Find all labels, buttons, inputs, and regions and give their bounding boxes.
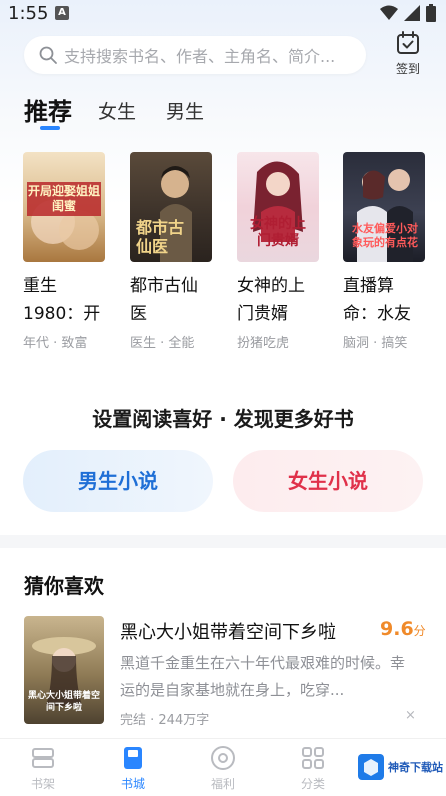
reading-preference-card: 设置阅读喜好 · 发现更多好书 男生小说 女生小说 xyxy=(0,375,446,535)
signin-button[interactable]: 签到 xyxy=(388,30,428,76)
book-card[interactable]: 水友偏爱小对象玩的有点花 直播算命：水友 脑洞 · 搞笑 xyxy=(343,152,427,351)
book-cover-text: 都市古仙医 xyxy=(136,218,185,256)
tab-recommend[interactable]: 推荐 xyxy=(24,92,72,127)
book-card[interactable]: 女神的上门贵婿 女神的上门贵婿 扮猪吃虎 xyxy=(237,152,321,351)
rating-unit: 分 xyxy=(413,624,426,638)
bookshelf-icon xyxy=(32,748,54,768)
book-cover-text: 女神的上门贵婿 xyxy=(250,216,306,249)
battery-icon xyxy=(426,4,436,22)
section-heading: 猜你喜欢 xyxy=(24,574,104,598)
book-cover-text: 黑心大小姐带着空间下乡啦 xyxy=(28,691,101,713)
search-icon xyxy=(39,46,57,64)
book-title: 都市古仙医 xyxy=(130,276,198,324)
wifi-icon xyxy=(380,5,398,20)
nav-category[interactable]: 分类 xyxy=(283,745,343,792)
book-title: 女神的上门贵婿 xyxy=(237,276,305,324)
signin-label: 签到 xyxy=(395,62,420,76)
nav-label: 书架 xyxy=(30,777,55,791)
status-icons xyxy=(380,3,436,23)
close-icon[interactable]: × xyxy=(405,708,416,723)
nav-welfare[interactable]: 福利 xyxy=(193,745,253,792)
preference-title: 设置阅读喜好 · 发现更多好书 xyxy=(92,407,354,431)
recommended-book-meta: 完结 · 244万字 xyxy=(120,713,210,728)
recommended-book-title[interactable]: 黑心大小姐带着空间下乡啦 xyxy=(120,618,336,644)
watermark-text: 神奇下载站 xyxy=(388,761,443,774)
category-grid-icon xyxy=(302,747,324,769)
nav-label: 分类 xyxy=(300,777,325,791)
rating-score: 9.6分 xyxy=(380,618,426,640)
watermark-icon xyxy=(358,754,384,780)
tab-female[interactable]: 女生 xyxy=(98,97,136,124)
female-novel-button[interactable]: 女生小说 xyxy=(233,450,423,512)
romance-cover-image: 开局迎娶姐姐闺蜜 xyxy=(23,152,105,262)
man-portrait-cover-image: 都市古仙医 xyxy=(130,152,212,262)
status-bar: 1:55 A xyxy=(0,0,446,28)
nav-bookstore[interactable]: 书城 xyxy=(103,745,163,792)
tab-male[interactable]: 男生 xyxy=(166,97,204,124)
nav-label: 书城 xyxy=(120,777,145,791)
nav-bookshelf[interactable]: 书架 xyxy=(13,745,73,792)
recommended-book-cover[interactable]: 黑心大小姐带着空间下乡啦 xyxy=(24,616,104,724)
book-tags: 医生 · 全能 xyxy=(130,336,195,351)
signal-icon xyxy=(404,5,420,21)
book-title: 重生1980：开 xyxy=(23,276,101,324)
watermark-logo: 神奇下载站 xyxy=(358,752,444,782)
woman-portrait-cover-image: 女神的上门贵婿 xyxy=(237,152,319,262)
book-title: 直播算命：水友 xyxy=(343,276,411,324)
book-card[interactable]: 开局迎娶姐姐闺蜜 重生1980：开 年代 · 致富 xyxy=(23,152,107,351)
book-cover-text: 水友偏爱小对象玩的有点花 xyxy=(352,222,418,249)
male-novel-button[interactable]: 男生小说 xyxy=(23,450,213,512)
rating-value: 9.6 xyxy=(380,618,414,640)
book-cover-text: 开局迎娶姐姐闺蜜 xyxy=(27,184,100,213)
nav-label: 福利 xyxy=(210,777,235,791)
welfare-icon xyxy=(211,746,235,770)
search-input[interactable]: 支持搜索书名、作者、主角名、简介... xyxy=(24,36,366,74)
tab-active-indicator xyxy=(40,126,60,130)
book-store-icon xyxy=(124,747,142,769)
couple-cover-image: 水友偏爱小对象玩的有点花 xyxy=(343,152,425,262)
book-tags: 脑洞 · 搞笑 xyxy=(343,336,408,351)
book-tags: 扮猪吃虎 xyxy=(237,336,290,351)
recommended-book-description: 黑道千金重生在六十年代最艰难的时候。幸运的是自家基地就在身上，吃穿... xyxy=(120,654,406,699)
guess-you-like-section: 猜你喜欢 黑心大小姐带着空间下乡啦 黑心大小姐带着空间下乡啦 9.6分 黑道千金… xyxy=(0,548,446,738)
search-placeholder: 支持搜索书名、作者、主角名、简介... xyxy=(64,47,336,66)
status-time: 1:55 xyxy=(8,3,49,24)
book-card[interactable]: 都市古仙医 都市古仙医 医生 · 全能 xyxy=(130,152,214,351)
calendar-check-icon xyxy=(397,31,419,54)
book-tags: 年代 · 致富 xyxy=(23,336,88,351)
notification-icon: A xyxy=(55,6,69,20)
